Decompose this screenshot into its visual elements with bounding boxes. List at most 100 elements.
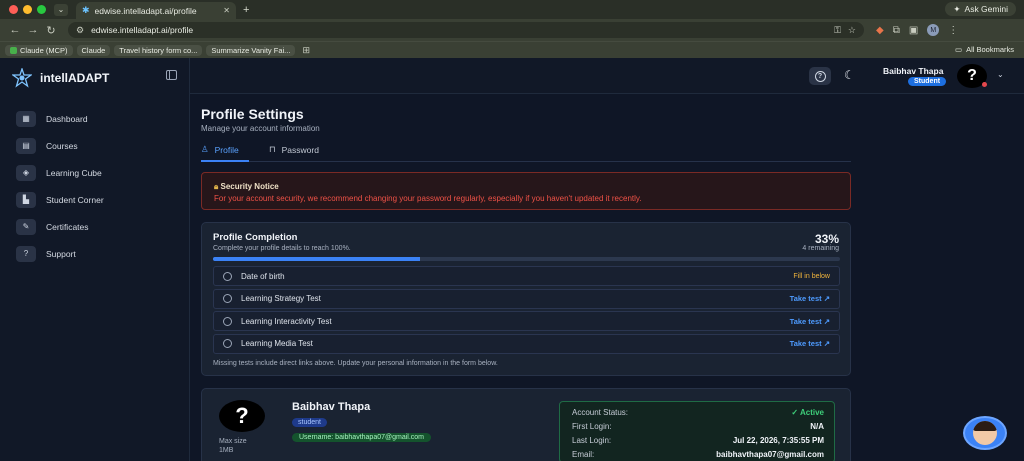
extensions-puzzle-icon[interactable]: ⧉ [893,25,900,36]
side-panel-icon[interactable]: ▣ [909,25,918,36]
sidebar-item-learning-cube[interactable]: ◈ Learning Cube [16,159,104,186]
reload-icon[interactable]: ↻ [42,24,60,37]
logo-icon [12,68,32,88]
take-test-link[interactable]: Take test ↗ [790,317,830,326]
fill-in-below-hint: Fill in below [793,272,830,280]
take-test-link[interactable]: Take test ↗ [790,294,830,303]
circle-icon [223,339,232,348]
sidebar-item-label: Dashboard [46,113,88,124]
gemini-icon: ✦ [953,3,961,14]
profile-name: Baibhav Thapa [292,401,371,413]
ask-gemini-button[interactable]: ✦ Ask Gemini [945,2,1016,16]
new-tab-button[interactable]: + [243,4,249,16]
completion-percent: 33% [814,232,839,246]
extensions-area: ◆ ⧉ ▣ M ⋮ [876,24,958,36]
last-login-value: Jul 22, 2026, 7:35:55 PM [732,436,824,445]
page-subtitle: Manage your account information [201,124,320,133]
browser-profile-avatar[interactable]: M [927,24,940,36]
page-title: Profile Settings [201,106,304,122]
bookmark-item[interactable]: Claude [76,44,111,56]
dashboard-icon: ▦ [16,110,36,127]
tab-label: Profile [214,144,239,155]
help-button[interactable]: ? [809,67,831,85]
bookmark-item[interactable]: Summarize Vanity Fai... [206,44,296,56]
completion-item-learning-interactivity: Learning Interactivity Test Take test ↗ [213,311,840,331]
profile-avatar[interactable]: ? [219,400,265,432]
close-tab-icon[interactable]: ✕ [223,6,230,15]
window-controls [9,5,46,14]
ask-gemini-label: Ask Gemini [964,4,1008,14]
url-input[interactable]: ⚙ edwise.intelladapt.ai/profile ⚿ ☆ [68,22,864,38]
user-menu-chevron-icon[interactable]: ⌄ [997,70,1004,79]
dark-mode-toggle-icon[interactable]: ☾ [844,68,858,82]
completion-item-label: Learning Media Test [241,339,313,348]
forward-icon[interactable]: → [24,24,42,36]
bookmark-item[interactable]: Travel history form co... [114,44,203,56]
bookmark-label: Claude (MCP) [20,45,68,55]
max-size-label: Max size [219,438,247,445]
account-row: Last Login: Jul 22, 2026, 7:35:55 PM [572,436,824,445]
bookmarks-bar: Claude (MCP) Claude Travel history form … [0,41,1024,58]
password-key-icon[interactable]: ⚿ [834,25,841,36]
completion-title: Profile Completion [213,232,298,243]
sidebar-item-courses[interactable]: ▤ Courses [16,132,104,159]
completion-item-learning-strategy: Learning Strategy Test Take test ↗ [213,288,840,309]
avatar-max-size: Max size 1MB [219,437,247,455]
browser-tab[interactable]: ✱ edwise.intelladapt.ai/profile ✕ [76,2,236,19]
account-label: Last Login: [572,436,612,445]
maximize-window-button[interactable] [37,5,46,14]
site-info-icon[interactable]: ⚙ [76,25,84,36]
sidebar-item-support[interactable]: ? Support [16,240,104,267]
all-bookmarks-button[interactable]: ▭ All Bookmarks [955,45,1014,54]
sidebar-item-dashboard[interactable]: ▦ Dashboard [16,105,104,132]
sidebar-item-certificates[interactable]: ✎ Certificates [16,213,104,240]
sidebar-item-student-corner[interactable]: ▙ Student Corner [16,186,104,213]
collapse-sidebar-icon[interactable] [166,70,177,80]
max-size-value: 1MB [219,447,234,454]
notice-title-text: Security Notice [220,182,279,191]
chevron-down-icon: ⌄ [57,5,65,14]
lock-icon: ⊓ [269,144,276,154]
bookmark-star-icon[interactable]: ☆ [848,25,856,36]
sidebar: intellADAPT ▦ Dashboard ▤ Courses ◈ Lear… [0,58,190,461]
security-notice: 🔒︎ Security Notice For your account secu… [201,172,851,210]
sidebar-nav: ▦ Dashboard ▤ Courses ◈ Learning Cube ▙ … [16,105,104,267]
back-icon[interactable]: ← [6,24,24,36]
take-test-link[interactable]: Take test ↗ [790,339,830,348]
browser-menu-icon[interactable]: ⋮ [948,25,958,36]
account-row: Email: baibhavthapa07@gmail.com [572,450,824,459]
bookmark-label: Travel history form co... [119,45,198,55]
sidebar-item-label: Certificates [46,221,89,232]
completion-item-learning-media: Learning Media Test Take test ↗ [213,333,840,354]
circle-icon [223,271,232,281]
account-status-panel: Account Status: ✓ Active First Login: N/… [559,401,835,461]
logo[interactable]: intellADAPT [12,68,109,88]
site-favicon-icon: ✱ [82,5,90,15]
minimize-window-button[interactable] [23,5,32,14]
tab-groups-icon[interactable]: ⊞ [302,45,310,56]
assistant-chat-button[interactable] [963,416,1007,450]
close-window-button[interactable] [9,5,18,14]
sidebar-item-label: Learning Cube [46,167,102,178]
tab-label: Password [281,144,319,155]
extension-icon[interactable]: ◆ [876,25,884,36]
tab-password[interactable]: ⊓ Password [269,144,319,155]
sidebar-item-label: Student Corner [46,194,104,205]
bookmark-item[interactable]: Claude (MCP) [5,44,73,56]
tab-search-button[interactable]: ⌄ [54,3,68,16]
profile-role-badge: student [292,418,327,427]
tab-profile[interactable]: ♙ Profile [201,144,249,162]
completion-footer: Missing tests include direct links above… [213,360,498,367]
account-label: Email: [572,450,595,459]
chart-icon: ▙ [16,191,36,208]
profile-completion-card: Profile Completion Complete your profile… [201,222,851,376]
question-icon: ? [814,70,826,82]
cube-icon: ◈ [16,164,36,181]
notice-title: 🔒︎ Security Notice [214,182,279,192]
tab-title: edwise.intelladapt.ai/profile [94,5,197,16]
progress-fill [213,257,420,261]
circle-icon [223,294,232,303]
bookmark-label: Summarize Vanity Fai... [211,45,291,55]
profile-card: ? Max size 1MB Baibhav Thapa student Use… [201,388,851,461]
completion-item-label: Learning Strategy Test [241,294,321,303]
